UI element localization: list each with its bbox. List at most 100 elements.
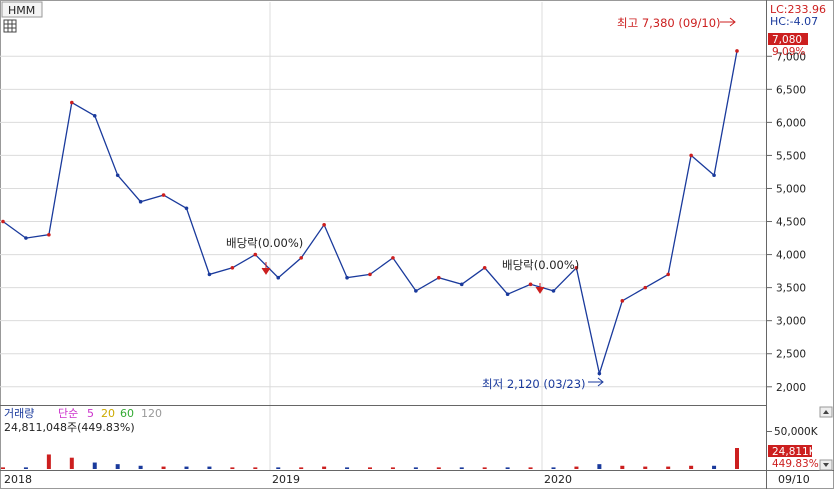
price-point: [276, 275, 281, 280]
price-point: [666, 272, 670, 277]
volume-bar: [482, 467, 487, 469]
volume-readout: 24,811,048주(449.83%): [4, 421, 135, 434]
volume-bar: [459, 467, 464, 469]
volume-bar: [276, 467, 281, 469]
volume-bar: [551, 467, 556, 469]
grid-icon[interactable]: [3, 19, 17, 33]
y-tick-label: 3,000: [776, 316, 806, 328]
price-point: [505, 292, 510, 297]
volume-bar: [69, 457, 74, 469]
x-label-2019: 2019: [272, 473, 300, 486]
volume-bar: [390, 467, 395, 469]
last-price-label: 7,080: [772, 34, 802, 46]
price-point: [689, 153, 693, 158]
volume-ma120: 120: [141, 407, 162, 420]
price-point: [230, 265, 235, 270]
y-tick-label: 4,000: [776, 250, 806, 262]
price-point: [253, 252, 258, 257]
volume-bar: [92, 462, 97, 469]
volume-bar: [505, 467, 510, 469]
price-point: [459, 282, 464, 287]
volume-bar: [712, 465, 717, 469]
price-point: [47, 232, 51, 237]
y-tick-label: 2,500: [776, 349, 806, 361]
price-point: [138, 199, 143, 204]
volume-bar: [253, 467, 258, 469]
price-point: [115, 173, 120, 178]
price-point: [482, 265, 487, 270]
price-point: [322, 223, 326, 227]
scroll-up-button[interactable]: [819, 406, 833, 418]
chart-canvas: HMM LC:233.96 HC:-4.07 2,0002,5003,0003,…: [0, 0, 834, 489]
volume-bar: [620, 465, 625, 469]
volume-bar: [161, 466, 166, 469]
price-point: [528, 282, 533, 287]
volume-bar: [1, 467, 5, 469]
y-tick-label: 6,000: [776, 117, 806, 129]
volume-bar: [299, 467, 304, 469]
x-label-2020: 2020: [544, 473, 572, 486]
volume-bar: [643, 466, 648, 469]
dividend-annotation-2: 배당락(0.00%): [502, 258, 579, 272]
price-point: [207, 272, 212, 277]
price-point: [184, 206, 189, 211]
last-volume-pct: 449.83%: [772, 458, 819, 470]
volume-bar: [184, 466, 189, 469]
volume-ma20: 20: [101, 407, 115, 420]
price-point: [414, 289, 418, 293]
volume-bar: [597, 464, 602, 469]
y-tick-label: 4,500: [776, 217, 806, 229]
volume-bar: [528, 467, 533, 469]
price-point: [597, 371, 602, 376]
volume-bar: [115, 464, 120, 469]
dividend-annotation-1: 배당락(0.00%): [226, 236, 303, 250]
volume-bar: [345, 467, 350, 469]
low-annotation: 최저 2,120 (03/23): [482, 377, 586, 391]
volume-ma-type: 단순: [58, 407, 78, 420]
y-tick-label: 5,500: [776, 150, 806, 162]
hc-label: HC:-4.07: [770, 15, 818, 28]
volume-bar: [138, 465, 143, 469]
y-tick-label: 6,500: [776, 84, 806, 96]
volume-axis-tick: 50,000K: [774, 426, 819, 438]
price-point: [551, 289, 556, 293]
x-label-2018: 2018: [4, 473, 32, 486]
price-point: [92, 113, 97, 118]
volume-bar: [436, 467, 441, 469]
volume-ma5: 5: [87, 407, 94, 420]
y-tick-label: 3,500: [776, 283, 806, 295]
volume-bar: [666, 466, 671, 469]
price-point: [24, 236, 28, 240]
price-point: [620, 299, 625, 303]
volume-ma60: 60: [120, 407, 134, 420]
y-tick-label: 5,000: [776, 183, 806, 195]
price-point: [643, 285, 648, 290]
price-point: [437, 275, 441, 280]
volume-bar: [23, 467, 28, 469]
volume-bar: [207, 466, 212, 469]
x-axis-right-label: 09/10: [778, 473, 810, 486]
price-point: [391, 256, 395, 260]
price-point: [161, 193, 166, 197]
volume-bar: [735, 448, 739, 469]
scroll-down-button[interactable]: [819, 459, 833, 471]
volume-bar: [413, 467, 418, 469]
volume-legend-label: 거래량: [4, 407, 34, 420]
price-point: [70, 100, 74, 105]
ticker-label: HMM: [8, 4, 35, 17]
last-change-label: 9.09%: [772, 46, 805, 58]
last-volume-label: 24,811K: [772, 446, 817, 458]
price-point: [712, 173, 716, 178]
price-point: [299, 256, 303, 260]
volume-bar: [574, 466, 579, 469]
y-tick-label: 2,000: [776, 382, 806, 394]
volume-bar: [368, 467, 372, 469]
volume-bar: [46, 454, 51, 469]
volume-bar: [322, 466, 327, 469]
volume-bar: [230, 467, 235, 469]
price-point: [345, 275, 349, 280]
stock-chart-window: HMM LC:233.96 HC:-4.07 2,000 2,500 3,000 3,…: [0, 0, 834, 489]
price-point: [1, 219, 5, 224]
volume-bar: [689, 465, 694, 469]
high-annotation: 최고 7,380 (09/10): [617, 16, 721, 30]
